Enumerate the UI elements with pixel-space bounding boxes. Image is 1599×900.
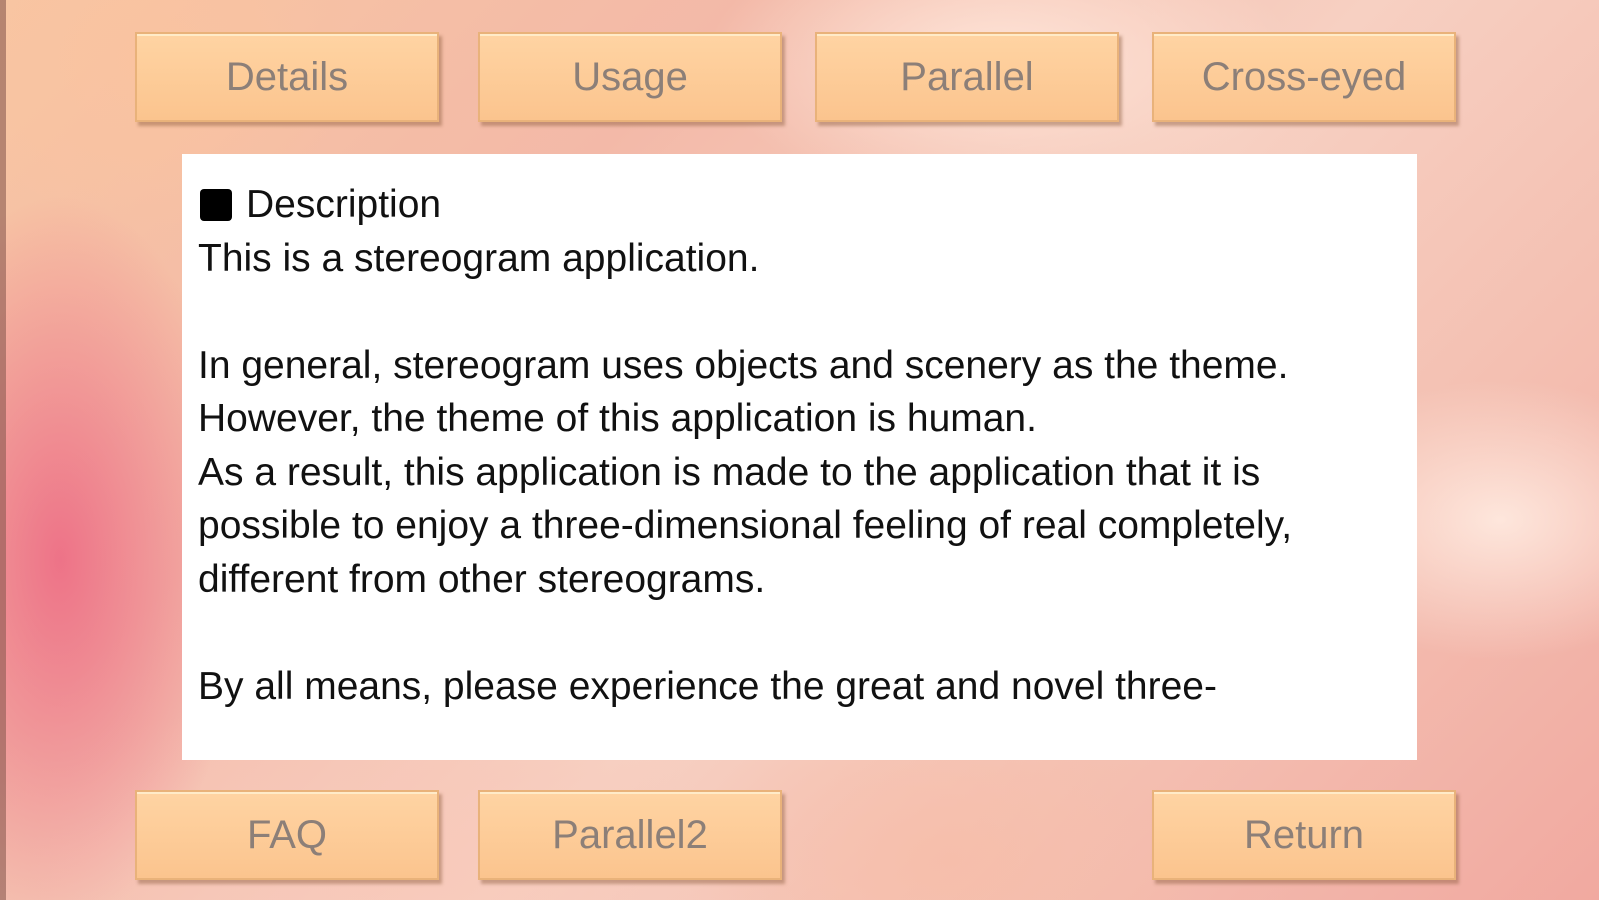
description-paragraph-5: By all means, please experience the grea… <box>198 664 1217 708</box>
return-button[interactable]: Return <box>1152 790 1456 880</box>
background-edge <box>0 0 6 900</box>
description-heading: Description <box>198 178 1403 232</box>
parallel-button[interactable]: Parallel <box>815 32 1119 122</box>
description-line-1: This is a stereogram application. <box>198 236 760 280</box>
parallel2-button[interactable]: Parallel2 <box>478 790 782 880</box>
usage-button[interactable]: Usage <box>478 32 782 122</box>
details-button[interactable]: Details <box>135 32 439 122</box>
description-paragraph-3: However, the theme of this application i… <box>198 397 1037 440</box>
description-heading-label: Description <box>246 183 442 226</box>
black-square-icon <box>200 188 232 221</box>
description-paragraph-4: As a result, this application is made to… <box>198 450 1293 601</box>
cross-eyed-button[interactable]: Cross-eyed <box>1152 32 1456 122</box>
faq-button[interactable]: FAQ <box>135 790 439 880</box>
description-text-panel[interactable]: Description This is a stereogram applica… <box>182 154 1417 760</box>
description-paragraph-2: In general, stereogram uses objects and … <box>198 343 1289 387</box>
